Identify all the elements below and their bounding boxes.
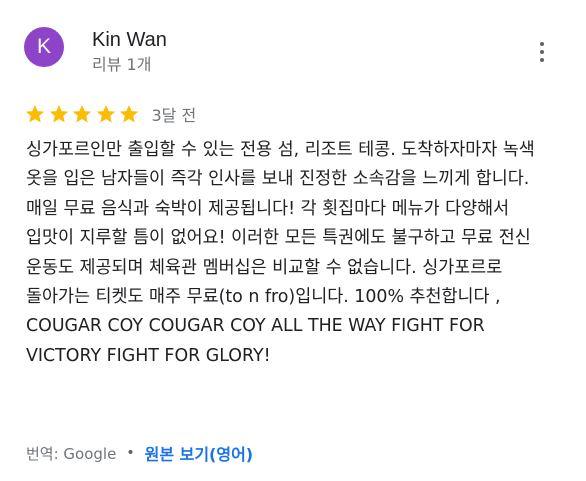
star-rating (24, 103, 142, 125)
avatar[interactable]: K (24, 27, 64, 67)
star-icon (25, 105, 45, 123)
star-icon (96, 105, 115, 123)
star-icon (119, 105, 139, 123)
more-options-button[interactable] (528, 38, 556, 66)
review-date: 3달 전 (151, 106, 197, 125)
reviewer-review-count: 리뷰 1개 (92, 55, 152, 74)
star-icon (72, 105, 92, 123)
rating-row: 3달 전 (24, 102, 196, 126)
reviewer-name[interactable]: Kin Wan (92, 28, 167, 52)
view-original-link[interactable]: 원본 보기(영어) (145, 441, 254, 465)
review-card: K Kin Wan 리뷰 1개 3달 전 싱가포르인만 출입할 수 있는 전용 … (0, 0, 586, 481)
translation-row: 번역: Google • 원본 보기(영어) (26, 441, 253, 465)
separator-dot: • (126, 445, 135, 461)
star-icon (49, 105, 68, 123)
translation-label: 번역: Google (26, 444, 117, 463)
review-text: 싱가포르인만 출입할 수 있는 전용 섬, 리조트 테콩. 도착하자마자 녹색 … (26, 140, 535, 366)
